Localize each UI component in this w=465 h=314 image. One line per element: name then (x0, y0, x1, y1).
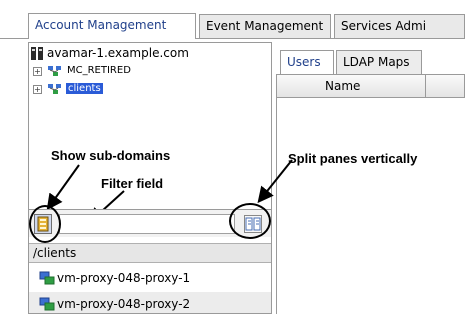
column-name[interactable]: Name (325, 75, 360, 97)
highlight-subdomains (29, 205, 61, 243)
domain-tree-pane: avamar-1.example.com + MC_RETIRED + clie… (28, 42, 272, 314)
main-tab-bar: Account Management Event Management Serv… (0, 0, 465, 42)
tab-account-management[interactable]: Account Management (28, 13, 196, 39)
client-row[interactable]: vm-proxy-048-proxy-1 (29, 266, 271, 290)
client-icon (39, 297, 55, 311)
client-name: vm-proxy-048-proxy-2 (57, 297, 191, 311)
highlight-split (229, 203, 271, 239)
client-path: /clients (29, 243, 271, 263)
details-pane: Users LDAP Maps Name Split panes vertica… (276, 42, 465, 314)
users-table-header: Name (276, 74, 465, 98)
tab-users[interactable]: Users (280, 50, 334, 74)
users-table-body (276, 98, 465, 314)
filter-field[interactable] (59, 214, 235, 234)
annotation-split-panes: Split panes vertically (288, 151, 418, 166)
client-icon (39, 271, 55, 285)
client-row[interactable]: vm-proxy-048-proxy-2 (29, 292, 271, 313)
client-name: vm-proxy-048-proxy-1 (57, 271, 191, 285)
tab-event-management[interactable]: Event Management (199, 14, 331, 38)
column-separator[interactable] (425, 75, 426, 97)
tab-services-admin[interactable]: Services Admi (334, 14, 465, 38)
tab-ldap-maps[interactable]: LDAP Maps (336, 50, 422, 74)
details-tab-bar: Users LDAP Maps (276, 50, 465, 74)
